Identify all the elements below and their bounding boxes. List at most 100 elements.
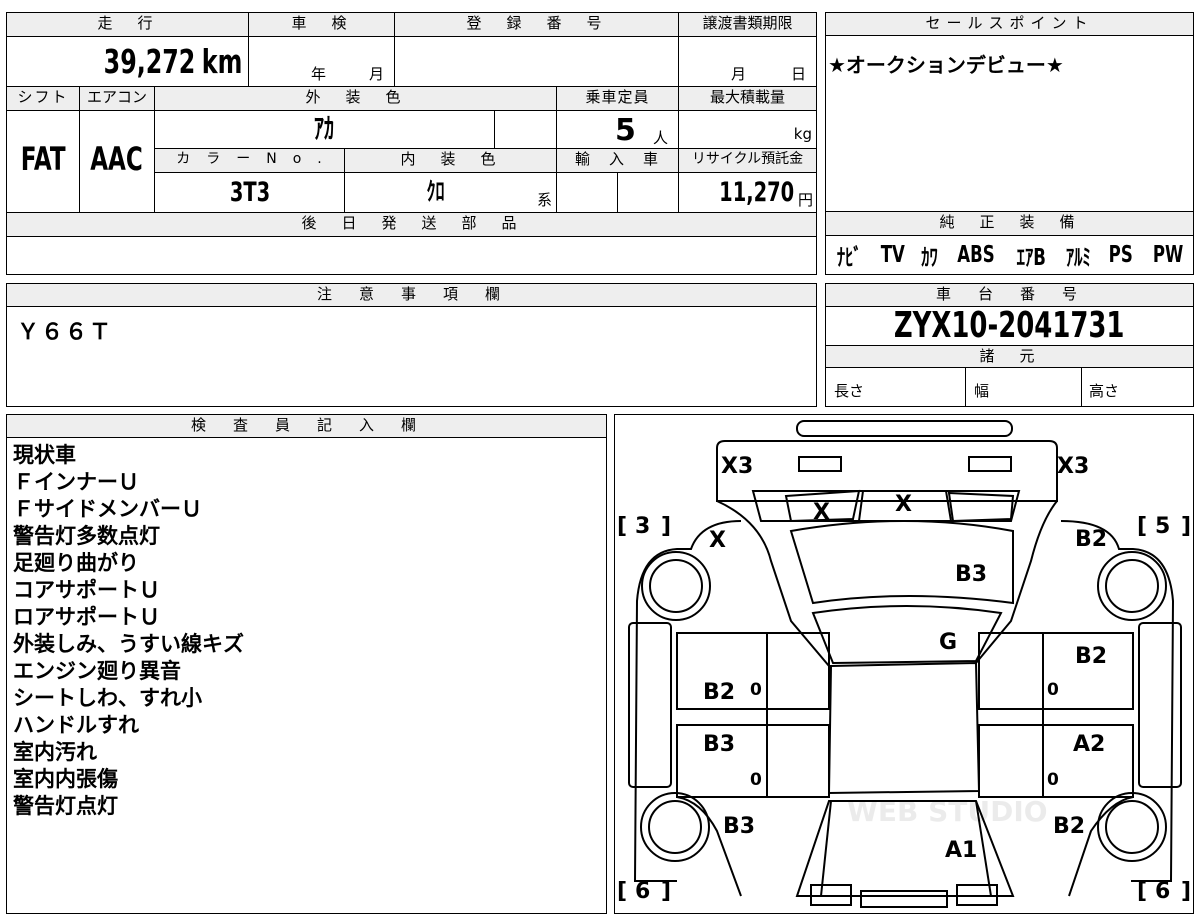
- shift-cell: FAT: [7, 111, 80, 213]
- vehicle-info-box: 走 行 車 検 登 録 番 号 譲渡書類期限 39,272 km 年 月 月 日 …: [6, 12, 817, 275]
- remark-line: 室内内張傷: [13, 767, 118, 791]
- color-no-label: カ ラ ー N o .: [155, 149, 345, 173]
- inspection-cell: 年 月: [249, 37, 395, 87]
- exterior-color-value: ｱｶ: [314, 112, 335, 145]
- mileage-value: 39,272: [103, 42, 196, 81]
- capacity-unit: 人: [653, 129, 669, 147]
- equipment-label: 純 正 装 備: [826, 212, 1193, 236]
- inspector-box: 検 査 員 記 入 欄 現状車 ＦインナーＵ ＦサイドメンバーＵ 警告灯多数点灯…: [6, 414, 607, 914]
- color-no-value: 3T3: [229, 177, 270, 208]
- tire-label-front-right: 5: [1155, 514, 1170, 539]
- remark-line: ＦインナーＵ: [13, 470, 139, 494]
- code-left-rear-door: B3: [703, 732, 735, 757]
- equipment-item: ﾅﾋﾞ: [836, 245, 862, 271]
- aircon-value: AAC: [90, 140, 144, 178]
- exterior-color-label: 外 装 色: [155, 87, 557, 111]
- equipment-item: PS: [1108, 242, 1133, 268]
- remark-line: 足廻り曲がり: [13, 551, 139, 575]
- sales-point-label: セールスポイント: [826, 13, 1193, 36]
- remark-line: ハンドルすれ: [13, 713, 139, 737]
- svg-text:[: [: [1137, 879, 1147, 904]
- vehicle-diagram-box: X3 X3 X X X B2 B3 G B2 B2 B3 A2 B3 B2 A1…: [614, 414, 1194, 914]
- transfer-month-unit: 月: [731, 65, 747, 83]
- code-right-rear-door: A2: [1073, 732, 1105, 757]
- tire-label-front-left: 3: [635, 514, 650, 539]
- sales-point-box: セールスポイント ★オークションデビュー★ 純 正 装 備 ﾅﾋﾞ TV ｶﾜ …: [825, 12, 1194, 275]
- aircon-label: エアコン: [80, 87, 155, 111]
- capacity-cell: 5 人: [557, 111, 679, 149]
- recycle-label: リサイクル預託金: [679, 149, 816, 173]
- length-label: 長さ: [834, 382, 865, 400]
- exterior-color-cell: ｱｶ: [155, 111, 495, 149]
- later-parts-label: 後 日 発 送 部 品: [7, 213, 816, 237]
- equipment-list: ﾅﾋﾞ TV ｶﾜ ABS ｴｱB ｱﾙﾐ PS PW: [832, 237, 1189, 273]
- watermark: WEB STUDIO: [847, 795, 1048, 828]
- svg-text:]: ]: [661, 879, 671, 904]
- code-left-front-fender: X: [709, 528, 726, 553]
- aircon-cell: AAC: [80, 111, 155, 213]
- remark-line: ＦサイドメンバーＵ: [13, 497, 202, 521]
- height-label: 高さ: [1089, 382, 1120, 400]
- remark-line: 室内汚れ: [13, 740, 97, 764]
- code-windshield-left: X: [813, 500, 830, 525]
- zero-mark: 0: [1047, 770, 1059, 790]
- equipment-item: ｴｱB: [1016, 245, 1046, 271]
- width-label: 幅: [974, 382, 990, 400]
- interior-color-cell: ｸﾛ 系: [345, 173, 557, 213]
- inspector-label: 検 査 員 記 入 欄: [7, 415, 606, 438]
- svg-text:[: [: [1137, 514, 1147, 539]
- vehicle-damage-diagram: X3 X3 X X X B2 B3 G B2 B2 B3 A2 B3 B2 A1…: [617, 420, 1191, 908]
- registration-cell: [395, 37, 679, 87]
- code-left-front-door: B2: [703, 680, 735, 705]
- spec-label: 諸 元: [826, 345, 1193, 368]
- code-right-front-door: B2: [1075, 644, 1107, 669]
- recycle-unit: 円: [797, 191, 813, 209]
- recycle-cell: 11,270 円: [679, 173, 816, 213]
- transfer-deadline-label: 譲渡書類期限: [679, 13, 816, 37]
- shift-value: FAT: [20, 140, 66, 178]
- remark-line: シートしわ、すれ小: [13, 686, 202, 710]
- code-right-rear-fender: B2: [1053, 814, 1085, 839]
- recycle-value: 11,270: [718, 177, 794, 208]
- code-roof-front: G: [939, 630, 957, 655]
- interior-color-suffix: 系: [536, 191, 552, 209]
- color-no-cell: 3T3: [155, 173, 345, 213]
- remark-line: エンジン廻り異音: [13, 659, 181, 683]
- inspection-label: 車 検: [249, 13, 395, 37]
- equipment-item: ABS: [957, 242, 995, 268]
- remarks-list: 現状車 ＦインナーＵ ＦサイドメンバーＵ 警告灯多数点灯 足廻り曲がり コアサポ…: [13, 442, 244, 820]
- zero-mark: 0: [1047, 680, 1059, 700]
- interior-color-value: ｸﾛ: [426, 177, 445, 206]
- remark-line: ロアサポートＵ: [13, 605, 160, 629]
- max-load-cell: kg: [679, 111, 816, 149]
- remark-line: コアサポートＵ: [13, 578, 160, 602]
- svg-text:]: ]: [661, 514, 671, 539]
- chassis-number: ZYX10-2041731: [894, 305, 1125, 346]
- remark-line: 外装しみ、うすい線キズ: [13, 632, 244, 656]
- code-hood: B3: [955, 562, 987, 587]
- capacity-value: 5: [615, 113, 636, 148]
- import-label: 輸 入 車: [557, 149, 679, 173]
- code-windshield-center: X: [895, 492, 912, 517]
- max-load-label: 最大積載量: [679, 87, 816, 111]
- tire-label-rear-right: 6: [1155, 879, 1170, 904]
- equipment-item: PW: [1152, 242, 1184, 268]
- mileage-unit: km: [201, 42, 242, 81]
- shift-label: シフト: [7, 87, 80, 111]
- chassis-label: 車 台 番 号: [826, 284, 1193, 307]
- transfer-deadline-cell: 月 日: [679, 37, 816, 87]
- code-right-front-fender: B2: [1075, 527, 1107, 552]
- zero-mark: 0: [750, 680, 762, 700]
- code-front-left-corner: X3: [721, 454, 753, 479]
- equipment-item: ｶﾜ: [921, 245, 938, 271]
- remark-line: 警告灯多数点灯: [13, 524, 160, 548]
- code-left-rear-fender: B3: [723, 814, 755, 839]
- notes-box: 注 意 事 項 欄 Ｙ６６Ｔ: [6, 283, 817, 407]
- import-cell-b: [618, 173, 679, 213]
- zero-mark: 0: [750, 770, 762, 790]
- notes-label: 注 意 事 項 欄: [7, 284, 816, 307]
- import-cell-a: [557, 173, 618, 213]
- code-rear: A1: [945, 838, 977, 863]
- exterior-color-extra-cell: [495, 111, 557, 149]
- interior-color-label: 内 装 色: [345, 149, 557, 173]
